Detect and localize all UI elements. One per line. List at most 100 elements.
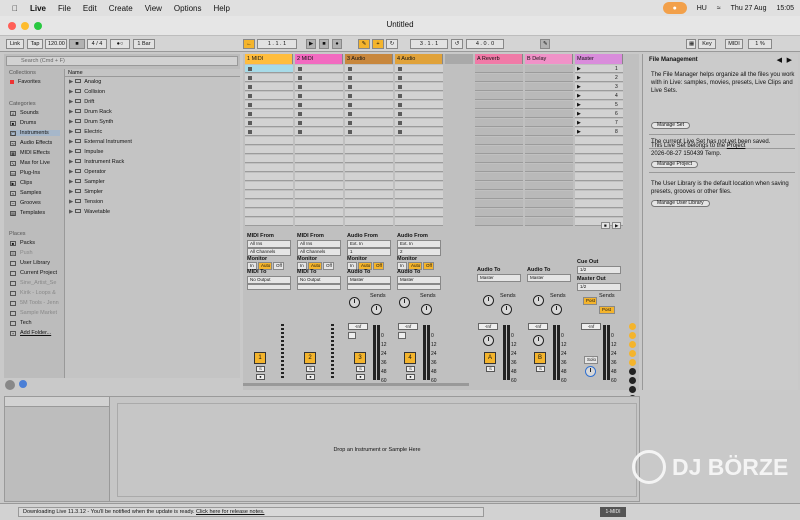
project-link[interactable]: Project (727, 143, 746, 149)
clip-slot[interactable] (395, 146, 443, 154)
clip-slot[interactable] (295, 92, 343, 100)
list-item[interactable]: ▶ Simpler (65, 187, 240, 197)
clip-stop-icon[interactable] (298, 130, 302, 134)
clip-stop-icon[interactable] (298, 85, 302, 89)
clip-slot[interactable] (395, 200, 443, 208)
clip-slot[interactable] (345, 191, 393, 199)
scene-slot[interactable] (575, 182, 623, 190)
clip-slot[interactable] (245, 209, 293, 217)
return-header-b[interactable]: B Delay (525, 54, 573, 64)
list-item[interactable]: ▶ Instrument Rack (65, 157, 240, 167)
clip-slot[interactable] (245, 191, 293, 199)
pan-knob[interactable] (533, 335, 544, 346)
io-to-select[interactable]: No Output (297, 276, 341, 284)
clip-stop-icon[interactable] (398, 121, 402, 125)
list-item[interactable]: ▶ Collision (65, 87, 240, 97)
loop-start[interactable]: 3 . 1 . 1 (410, 39, 448, 49)
scene-number[interactable]: 7 (615, 120, 618, 126)
clip-slot[interactable] (395, 83, 443, 91)
scene-number[interactable]: 8 (615, 129, 618, 135)
place-folder-4[interactable]: Sample Market (10, 310, 60, 316)
volume-display[interactable]: -Inf (528, 323, 548, 330)
monitor-off-button[interactable]: Off (273, 262, 284, 270)
track-header-2[interactable]: 2 MIDI (295, 54, 343, 64)
clip-stop-icon[interactable] (298, 76, 302, 80)
overdub-icon[interactable]: + (372, 39, 384, 49)
lang-badge[interactable]: HU (697, 5, 707, 12)
clip-stop-icon[interactable] (248, 94, 252, 98)
clip-slot[interactable] (395, 65, 443, 73)
clip-slot[interactable] (295, 164, 343, 172)
clip-stop-icon[interactable] (348, 103, 352, 107)
menu-help[interactable]: Help (214, 4, 230, 13)
tempo-field[interactable]: 120.00 (45, 39, 67, 49)
menu-create[interactable]: Create (109, 4, 133, 13)
midi-map-button[interactable]: MIDI (725, 39, 743, 49)
clip-stop-icon[interactable] (398, 85, 402, 89)
io-from-select[interactable]: All Ins (247, 240, 291, 248)
name-column-header[interactable]: Name (65, 69, 240, 77)
view-toggle-icon[interactable] (629, 386, 636, 393)
capture-icon[interactable]: ↻ (386, 39, 398, 49)
clip-slot[interactable] (295, 74, 343, 82)
clip-slot[interactable] (245, 164, 293, 172)
clip-slot[interactable] (295, 182, 343, 190)
clip-slot[interactable] (245, 110, 293, 118)
category-sounds[interactable]: ♫ Sounds (10, 110, 60, 116)
stop-clips-icon[interactable]: ▶ (612, 222, 621, 229)
io-from-select[interactable]: Ext. In (347, 240, 391, 248)
metronome-icon[interactable]: ■ (69, 39, 85, 49)
loop-length[interactable]: 4 . 0 . 0 (466, 39, 504, 49)
clip-slot[interactable] (245, 155, 293, 163)
automation-arm-icon[interactable]: ✎ (358, 39, 370, 49)
manage-set-button[interactable]: Manage Set (651, 122, 690, 129)
clip-slot[interactable] (295, 65, 343, 73)
solo-button[interactable]: S (256, 366, 265, 372)
send-b-knob[interactable] (551, 304, 562, 315)
track-activator-1[interactable]: 1 (254, 352, 266, 364)
record-icon[interactable]: ● (332, 39, 342, 49)
clip-slot[interactable] (295, 173, 343, 181)
io-sub-select[interactable] (397, 284, 441, 290)
clip-slot[interactable] (295, 191, 343, 199)
clip-slot[interactable] (345, 200, 393, 208)
clip-slot[interactable] (245, 101, 293, 109)
clip-slot[interactable] (295, 137, 343, 145)
key-map-icon[interactable]: ▦ (686, 39, 696, 49)
clip-slot[interactable] (395, 74, 443, 82)
clip-stop-icon[interactable] (348, 85, 352, 89)
key-map-button[interactable]: Key (698, 39, 716, 49)
clip-stop-icon[interactable] (398, 103, 402, 107)
solo-cue-button[interactable]: Solo (584, 356, 598, 364)
category-midi-effects[interactable]: ▦ MIDI Effects (10, 150, 60, 156)
menu-options[interactable]: Options (174, 4, 202, 13)
list-item[interactable]: ▶ Operator (65, 167, 240, 177)
return-activator-b[interactable]: B (534, 352, 546, 364)
device-drop-area[interactable]: Drop an Instrument or Sample Here (117, 403, 637, 497)
view-toggle-icon[interactable] (629, 323, 636, 330)
clip-slot[interactable] (345, 146, 393, 154)
solo-button[interactable]: S (356, 366, 365, 372)
scene-slot[interactable] (575, 164, 623, 172)
send-a-knob[interactable] (533, 295, 544, 306)
time-label[interactable]: 15:05 (776, 5, 794, 12)
favorites-item[interactable]: Favorites (10, 79, 60, 85)
place-folder-2[interactable]: Kirik - Loops & (10, 290, 60, 296)
add-folder-button[interactable]: + Add Folder... (10, 330, 60, 336)
clip-slot[interactable] (245, 200, 293, 208)
send-b-knob[interactable] (371, 304, 382, 315)
view-toggle-icon[interactable] (629, 377, 636, 384)
arm-button[interactable]: ● (256, 374, 265, 380)
clip-slot[interactable] (345, 173, 393, 181)
clip-slot[interactable] (245, 83, 293, 91)
track-header-4[interactable]: 4 Audio (395, 54, 443, 64)
scene-number[interactable]: 6 (615, 111, 618, 117)
send-b-knob[interactable] (421, 304, 432, 315)
master-header[interactable]: Master (575, 54, 623, 64)
cue-volume-knob[interactable] (585, 366, 596, 377)
monitor-off-button[interactable]: Off (323, 262, 334, 270)
manage-user-library-button[interactable]: Manage User Library (651, 200, 710, 207)
arrangement-position[interactable]: 1 . 1 . 1 (257, 39, 297, 49)
clip-stop-icon[interactable] (298, 94, 302, 98)
io-sub-select[interactable] (347, 284, 391, 290)
